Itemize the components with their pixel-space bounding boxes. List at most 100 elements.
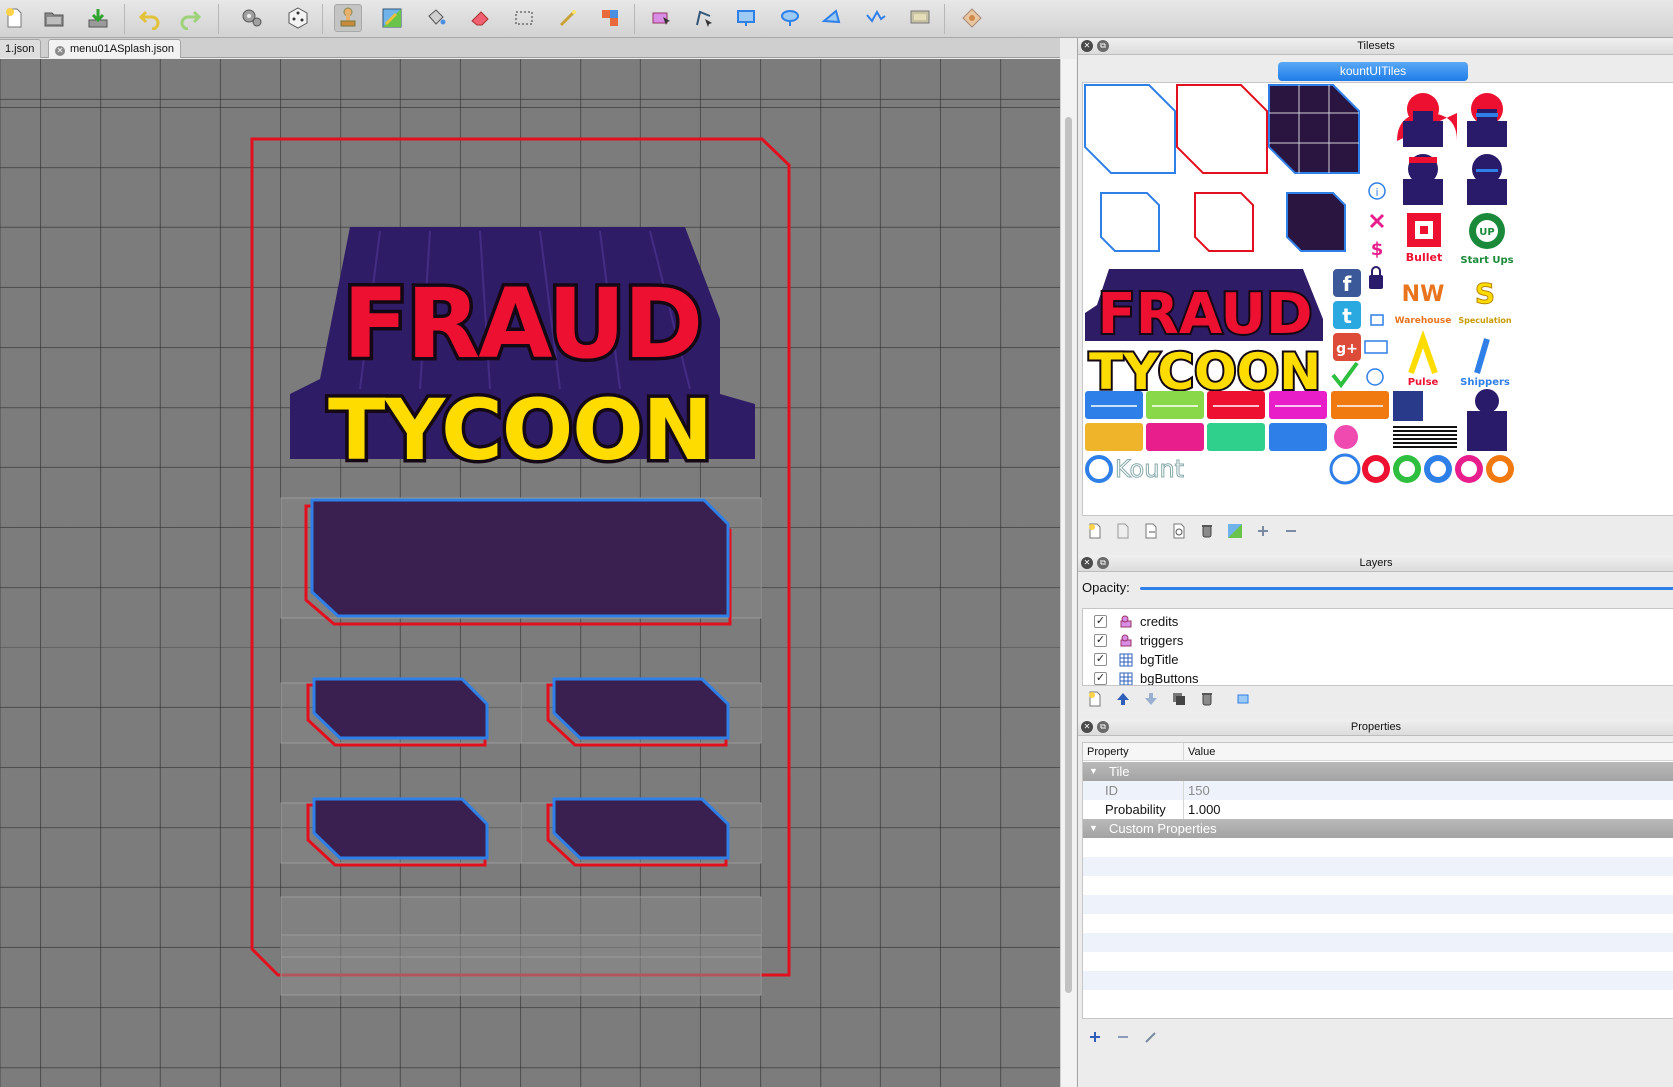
column-header-property[interactable]: Property xyxy=(1087,743,1129,761)
export-tileset-button[interactable] xyxy=(1142,522,1160,540)
remove-tileset-button[interactable] xyxy=(1198,522,1216,540)
eraser-button[interactable] xyxy=(466,4,494,32)
random-mode-button[interactable] xyxy=(284,4,312,32)
properties-table[interactable]: Property Value ▼ Tile ID 150 Probability… xyxy=(1082,742,1673,1019)
tileset-properties-button[interactable] xyxy=(1170,522,1188,540)
small-button-4[interactable] xyxy=(546,797,730,867)
small-button-1[interactable] xyxy=(306,677,489,747)
small-button-3[interactable] xyxy=(306,797,489,867)
scrollbar-thumb[interactable] xyxy=(1065,117,1072,993)
x-icon[interactable] xyxy=(1369,213,1385,229)
tab-menu01asplash[interactable]: ✕ menu01ASplash.json xyxy=(48,39,181,58)
input-field-icon[interactable] xyxy=(1364,340,1388,354)
stamp-brush-button[interactable] xyxy=(334,4,362,32)
map-canvas[interactable]: FRAUD TYCOON xyxy=(0,59,1060,1087)
remove-tiles-button[interactable] xyxy=(1282,522,1300,540)
shippers-logo[interactable] xyxy=(1474,338,1490,374)
user-icon[interactable] xyxy=(1366,368,1384,386)
layer-row-triggers[interactable]: ✓ triggers xyxy=(1089,631,1669,650)
insert-tile-button[interactable] xyxy=(906,4,934,32)
rename-property-button[interactable] xyxy=(1142,1028,1160,1046)
group-row-tile[interactable]: ▼ Tile xyxy=(1083,762,1673,781)
bucket-fill-button[interactable] xyxy=(422,4,450,32)
remove-property-button[interactable] xyxy=(1114,1028,1132,1046)
tile-small-frame-blue[interactable] xyxy=(1100,192,1160,252)
import-tileset-button[interactable] xyxy=(1114,522,1132,540)
duplicate-layer-button[interactable] xyxy=(1170,690,1188,708)
edit-polygons-button[interactable] xyxy=(690,4,718,32)
rectangle-select-button[interactable] xyxy=(510,4,538,32)
visibility-checkbox[interactable]: ✓ xyxy=(1094,653,1107,666)
tile-frame-filled[interactable] xyxy=(1268,84,1360,174)
new-map-button[interactable] xyxy=(0,4,28,32)
terrain-brush-button[interactable] xyxy=(378,4,406,32)
dropdown-icon[interactable] xyxy=(1370,314,1384,326)
insert-ellipse-button[interactable] xyxy=(776,4,804,32)
close-panel-icon[interactable]: ✕ xyxy=(1081,721,1093,733)
dollar-icon[interactable]: $ xyxy=(1371,239,1384,260)
open-button[interactable] xyxy=(40,4,68,32)
redo-button[interactable] xyxy=(176,4,204,32)
tile-frame-red[interactable] xyxy=(1176,84,1268,174)
command-button[interactable] xyxy=(238,4,266,32)
lower-layer-button[interactable] xyxy=(1142,690,1160,708)
new-tileset-button[interactable] xyxy=(1086,522,1104,540)
layer-row-bgtitle[interactable]: ✓ bgTitle xyxy=(1089,650,1669,669)
tile-frame-blue[interactable] xyxy=(1084,84,1176,174)
small-button-2[interactable] xyxy=(546,677,730,747)
nw-logo[interactable]: NW xyxy=(1402,282,1445,307)
card-tiles[interactable] xyxy=(1085,391,1389,451)
float-panel-icon[interactable]: ⧉ xyxy=(1097,557,1109,569)
insert-polyline-button[interactable] xyxy=(862,4,890,32)
tileset-tab-kountuitiles[interactable]: kountUITiles xyxy=(1278,62,1468,81)
property-row-id[interactable]: ID 150 xyxy=(1083,781,1673,800)
float-panel-icon[interactable]: ⧉ xyxy=(1097,721,1109,733)
tile-small-frame-red[interactable] xyxy=(1194,192,1254,252)
edit-terrain-button[interactable] xyxy=(1226,522,1244,540)
lock-icon[interactable] xyxy=(1369,275,1383,289)
dark-avatar-tile[interactable] xyxy=(1475,389,1499,413)
tile-small-frame-filled[interactable] xyxy=(1286,192,1346,252)
remove-layer-button[interactable] xyxy=(1198,690,1216,708)
visibility-checkbox[interactable]: ✓ xyxy=(1094,672,1107,685)
tileset-view[interactable]: i $ Bullet UP Start Ups FRAUD TYCOON f t… xyxy=(1082,82,1673,516)
bullet-logo[interactable]: Bullet xyxy=(1406,213,1442,264)
pulse-logo[interactable] xyxy=(1408,329,1438,374)
opacity-slider[interactable] xyxy=(1140,584,1673,594)
insert-image-button[interactable] xyxy=(958,4,986,32)
undo-button[interactable] xyxy=(136,4,164,32)
group-row-custom-properties[interactable]: ▼ Custom Properties xyxy=(1083,819,1673,838)
big-button-object[interactable] xyxy=(304,498,732,626)
toggle-other-layers-button[interactable] xyxy=(1234,690,1252,708)
kount-logo-icon[interactable] xyxy=(1085,455,1113,483)
visibility-checkbox[interactable]: ✓ xyxy=(1094,615,1107,628)
close-panel-icon[interactable]: ✕ xyxy=(1081,40,1093,52)
startups-logo[interactable]: UP Start Ups xyxy=(1460,213,1514,266)
add-tiles-button[interactable] xyxy=(1254,522,1272,540)
layer-row-bgbuttons[interactable]: ✓ bgButtons xyxy=(1089,669,1669,685)
round-avatar-tiles[interactable] xyxy=(1329,453,1514,485)
layers-list[interactable]: ✓ credits ✓ triggers ✓ bgTitle ✓ bgButto… xyxy=(1082,608,1673,686)
column-header-value[interactable]: Value xyxy=(1183,743,1215,761)
tab-1-json[interactable]: 1.json xyxy=(0,39,42,58)
property-value-editable[interactable]: 1.000 xyxy=(1183,800,1221,819)
layer-row-credits[interactable]: ✓ credits xyxy=(1089,612,1669,631)
property-row-probability[interactable]: Probability 1.000 xyxy=(1083,800,1673,819)
save-button[interactable] xyxy=(84,4,112,32)
close-tab-icon[interactable]: ✕ xyxy=(55,46,65,56)
magic-wand-button[interactable] xyxy=(554,4,582,32)
insert-rectangle-button[interactable] xyxy=(732,4,760,32)
add-property-button[interactable] xyxy=(1086,1028,1104,1046)
insert-polygon-button[interactable] xyxy=(818,4,846,32)
collapse-triangle-icon[interactable]: ▼ xyxy=(1089,762,1098,781)
checkmark-icon[interactable] xyxy=(1331,361,1359,389)
float-panel-icon[interactable]: ⧉ xyxy=(1097,40,1109,52)
select-objects-button[interactable] xyxy=(648,4,676,32)
avatar-tiles[interactable] xyxy=(1397,93,1507,205)
pattern-tile-1[interactable] xyxy=(1393,391,1423,421)
raise-layer-button[interactable] xyxy=(1114,690,1132,708)
visibility-checkbox[interactable]: ✓ xyxy=(1094,634,1107,647)
close-panel-icon[interactable]: ✕ xyxy=(1081,557,1093,569)
new-layer-button[interactable] xyxy=(1086,690,1104,708)
select-same-tile-button[interactable] xyxy=(596,4,624,32)
